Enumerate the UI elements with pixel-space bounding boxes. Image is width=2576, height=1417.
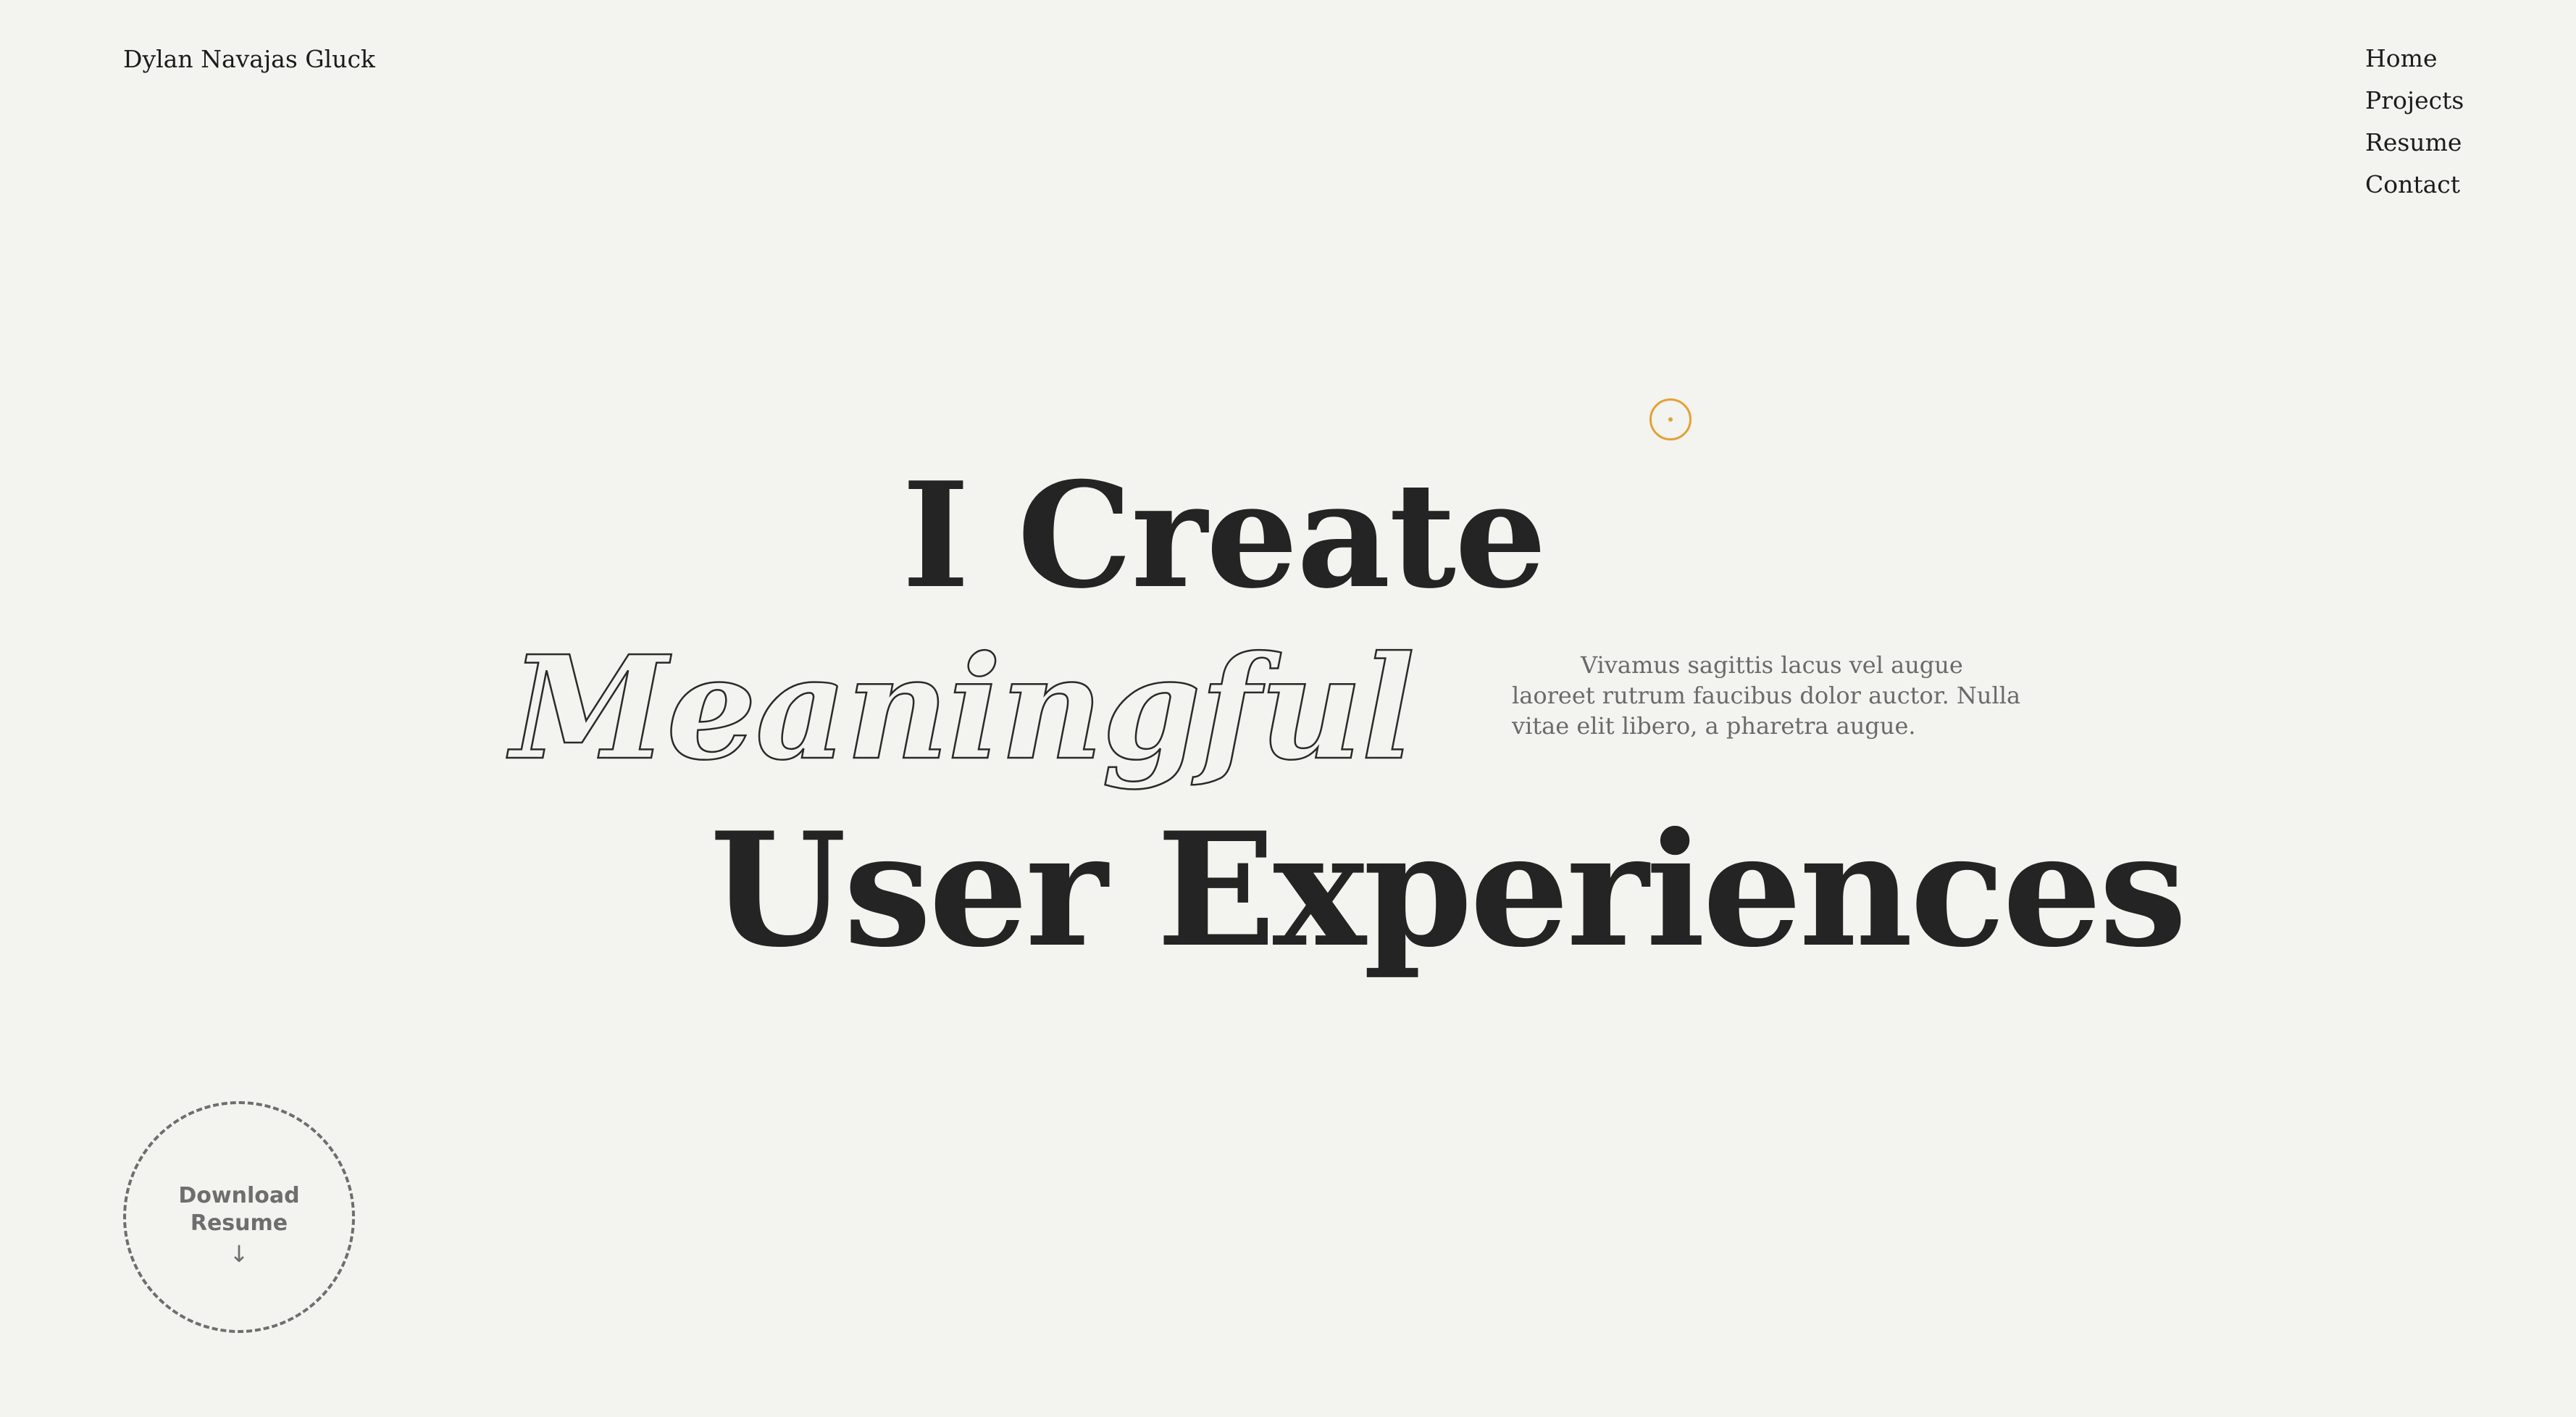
download-resume-label: Download Resume bbox=[178, 1183, 300, 1236]
hero-tagline: Vivamus sagittis lacus vel augue laoreet… bbox=[1512, 651, 2021, 740]
cursor-dot bbox=[1668, 417, 1673, 422]
page: Dylan Navajas Gluck Home Projects Resume… bbox=[0, 0, 2576, 1417]
hero-line-create: I Create bbox=[902, 451, 1547, 621]
nav-item-home[interactable]: Home bbox=[2365, 45, 2464, 72]
main-nav: Home Projects Resume Contact bbox=[2365, 45, 2464, 198]
hero-line-meaningful: Meaningful bbox=[510, 625, 1416, 792]
custom-cursor-icon bbox=[1649, 398, 1691, 440]
nav-item-contact[interactable]: Contact bbox=[2365, 171, 2464, 198]
hero-line-user-experiences: User Experiences bbox=[710, 798, 2187, 982]
arrow-down-icon: ↓ bbox=[229, 1240, 249, 1268]
nav-item-projects[interactable]: Projects bbox=[2365, 87, 2464, 114]
download-resume-button[interactable]: Download Resume ↓ bbox=[123, 1101, 355, 1333]
site-name-link[interactable]: Dylan Navajas Gluck bbox=[123, 45, 375, 73]
nav-item-resume[interactable]: Resume bbox=[2365, 129, 2464, 156]
